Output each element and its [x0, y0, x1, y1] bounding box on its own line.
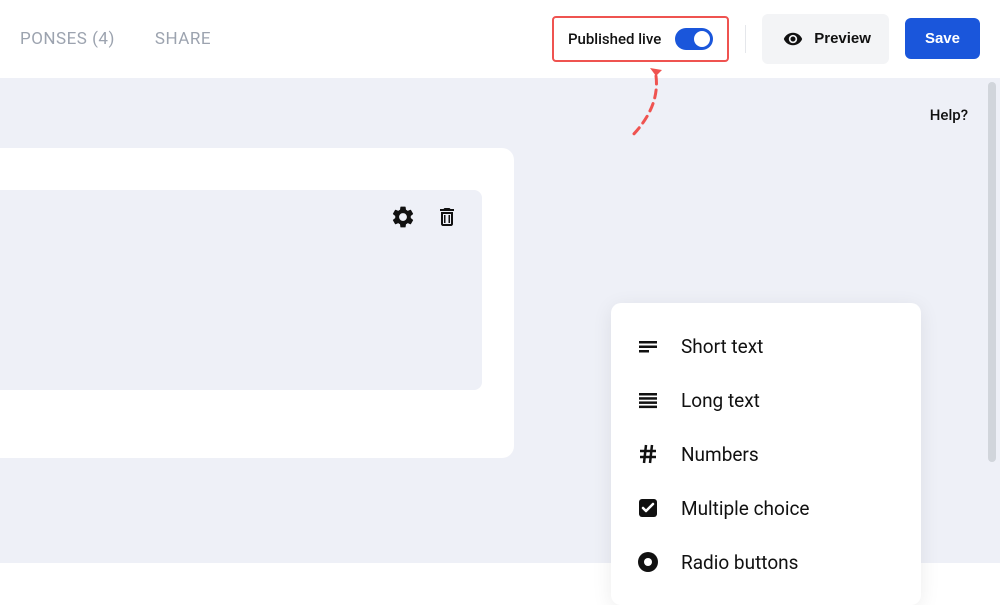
- preview-label: Preview: [814, 30, 871, 47]
- field-label: Multiple choice: [681, 497, 809, 520]
- publish-label: Published live: [568, 30, 661, 48]
- annotation-arrow-icon: [620, 68, 680, 158]
- field-label: Radio buttons: [681, 551, 798, 574]
- publish-toggle[interactable]: [675, 28, 713, 50]
- scrollbar[interactable]: [988, 82, 996, 462]
- toolbar-actions: Published live Preview Save: [552, 14, 980, 64]
- short-text-icon: [635, 333, 661, 359]
- question-block[interactable]: [0, 190, 482, 390]
- hash-icon: [635, 441, 661, 467]
- field-label: Long text: [681, 389, 760, 412]
- help-link[interactable]: Help?: [930, 106, 968, 124]
- gear-icon[interactable]: [390, 204, 416, 230]
- radio-icon: [635, 549, 661, 575]
- publish-status-box: Published live: [552, 16, 729, 62]
- field-label: Short text: [681, 335, 763, 358]
- form-card: [0, 148, 514, 458]
- tab-responses[interactable]: PONSES (4): [20, 29, 115, 49]
- tab-share[interactable]: SHARE: [155, 29, 211, 49]
- toggle-knob: [694, 31, 710, 47]
- field-item-radio-buttons[interactable]: Radio buttons: [611, 535, 921, 589]
- checkbox-icon: [635, 495, 661, 521]
- field-item-numbers[interactable]: Numbers: [611, 427, 921, 481]
- preview-button[interactable]: Preview: [762, 14, 889, 64]
- top-toolbar: PONSES (4) SHARE Published live Preview …: [0, 0, 1000, 78]
- editor-canvas: Help?: [0, 78, 1000, 563]
- field-label: Numbers: [681, 443, 759, 466]
- field-item-multiple-choice[interactable]: Multiple choice: [611, 481, 921, 535]
- long-text-icon: [635, 387, 661, 413]
- eye-icon: [780, 26, 806, 52]
- save-button[interactable]: Save: [905, 18, 980, 59]
- toolbar-tabs: PONSES (4) SHARE: [20, 29, 211, 49]
- field-type-menu: Short text Long text: [611, 303, 921, 605]
- field-item-long-text[interactable]: Long text: [611, 373, 921, 427]
- trash-icon[interactable]: [434, 204, 460, 230]
- field-item-short-text[interactable]: Short text: [611, 319, 921, 373]
- toolbar-divider: [745, 25, 746, 53]
- question-actions: [390, 204, 460, 230]
